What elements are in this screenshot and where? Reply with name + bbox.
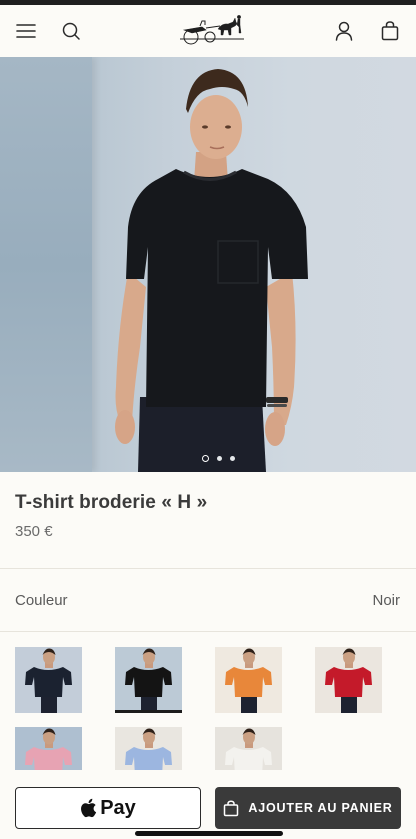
shopping-bag-icon — [224, 799, 239, 816]
hamburger-menu-icon[interactable] — [12, 17, 40, 45]
color-label: Couleur — [15, 592, 68, 609]
apple-pay-button[interactable]: Pay — [15, 787, 201, 829]
pagination-dot[interactable] — [217, 456, 222, 461]
add-to-cart-button[interactable]: AJOUTER AU PANIER — [215, 787, 401, 829]
user-account-icon[interactable] — [330, 17, 358, 45]
apple-logo-icon — [81, 798, 97, 818]
product-price: 350 € — [15, 523, 53, 540]
color-swatch[interactable] — [115, 647, 182, 713]
product-image-gallery[interactable] — [0, 57, 416, 472]
color-swatch[interactable] — [215, 647, 282, 713]
pagination-dot-active[interactable] — [202, 455, 209, 462]
selected-color-value[interactable]: Noir — [372, 592, 400, 609]
purchase-footer: Pay AJOUTER AU PANIER — [0, 770, 416, 839]
product-title: T-shirt broderie « H » — [15, 492, 208, 513]
add-to-cart-label: AJOUTER AU PANIER — [248, 801, 393, 815]
color-swatch[interactable] — [15, 647, 82, 713]
apple-pay-label: Pay — [100, 796, 136, 819]
home-indicator — [135, 831, 283, 836]
shopping-bag-icon[interactable] — [376, 17, 404, 45]
hermes-carriage-logo[interactable] — [178, 13, 246, 47]
pagination-dot[interactable] — [230, 456, 235, 461]
search-icon[interactable] — [57, 17, 85, 45]
site-header — [0, 5, 416, 57]
model-photo — [115, 69, 308, 472]
color-swatch[interactable] — [315, 647, 382, 713]
divider — [0, 568, 416, 569]
gallery-pagination — [202, 455, 235, 462]
divider — [0, 631, 416, 632]
